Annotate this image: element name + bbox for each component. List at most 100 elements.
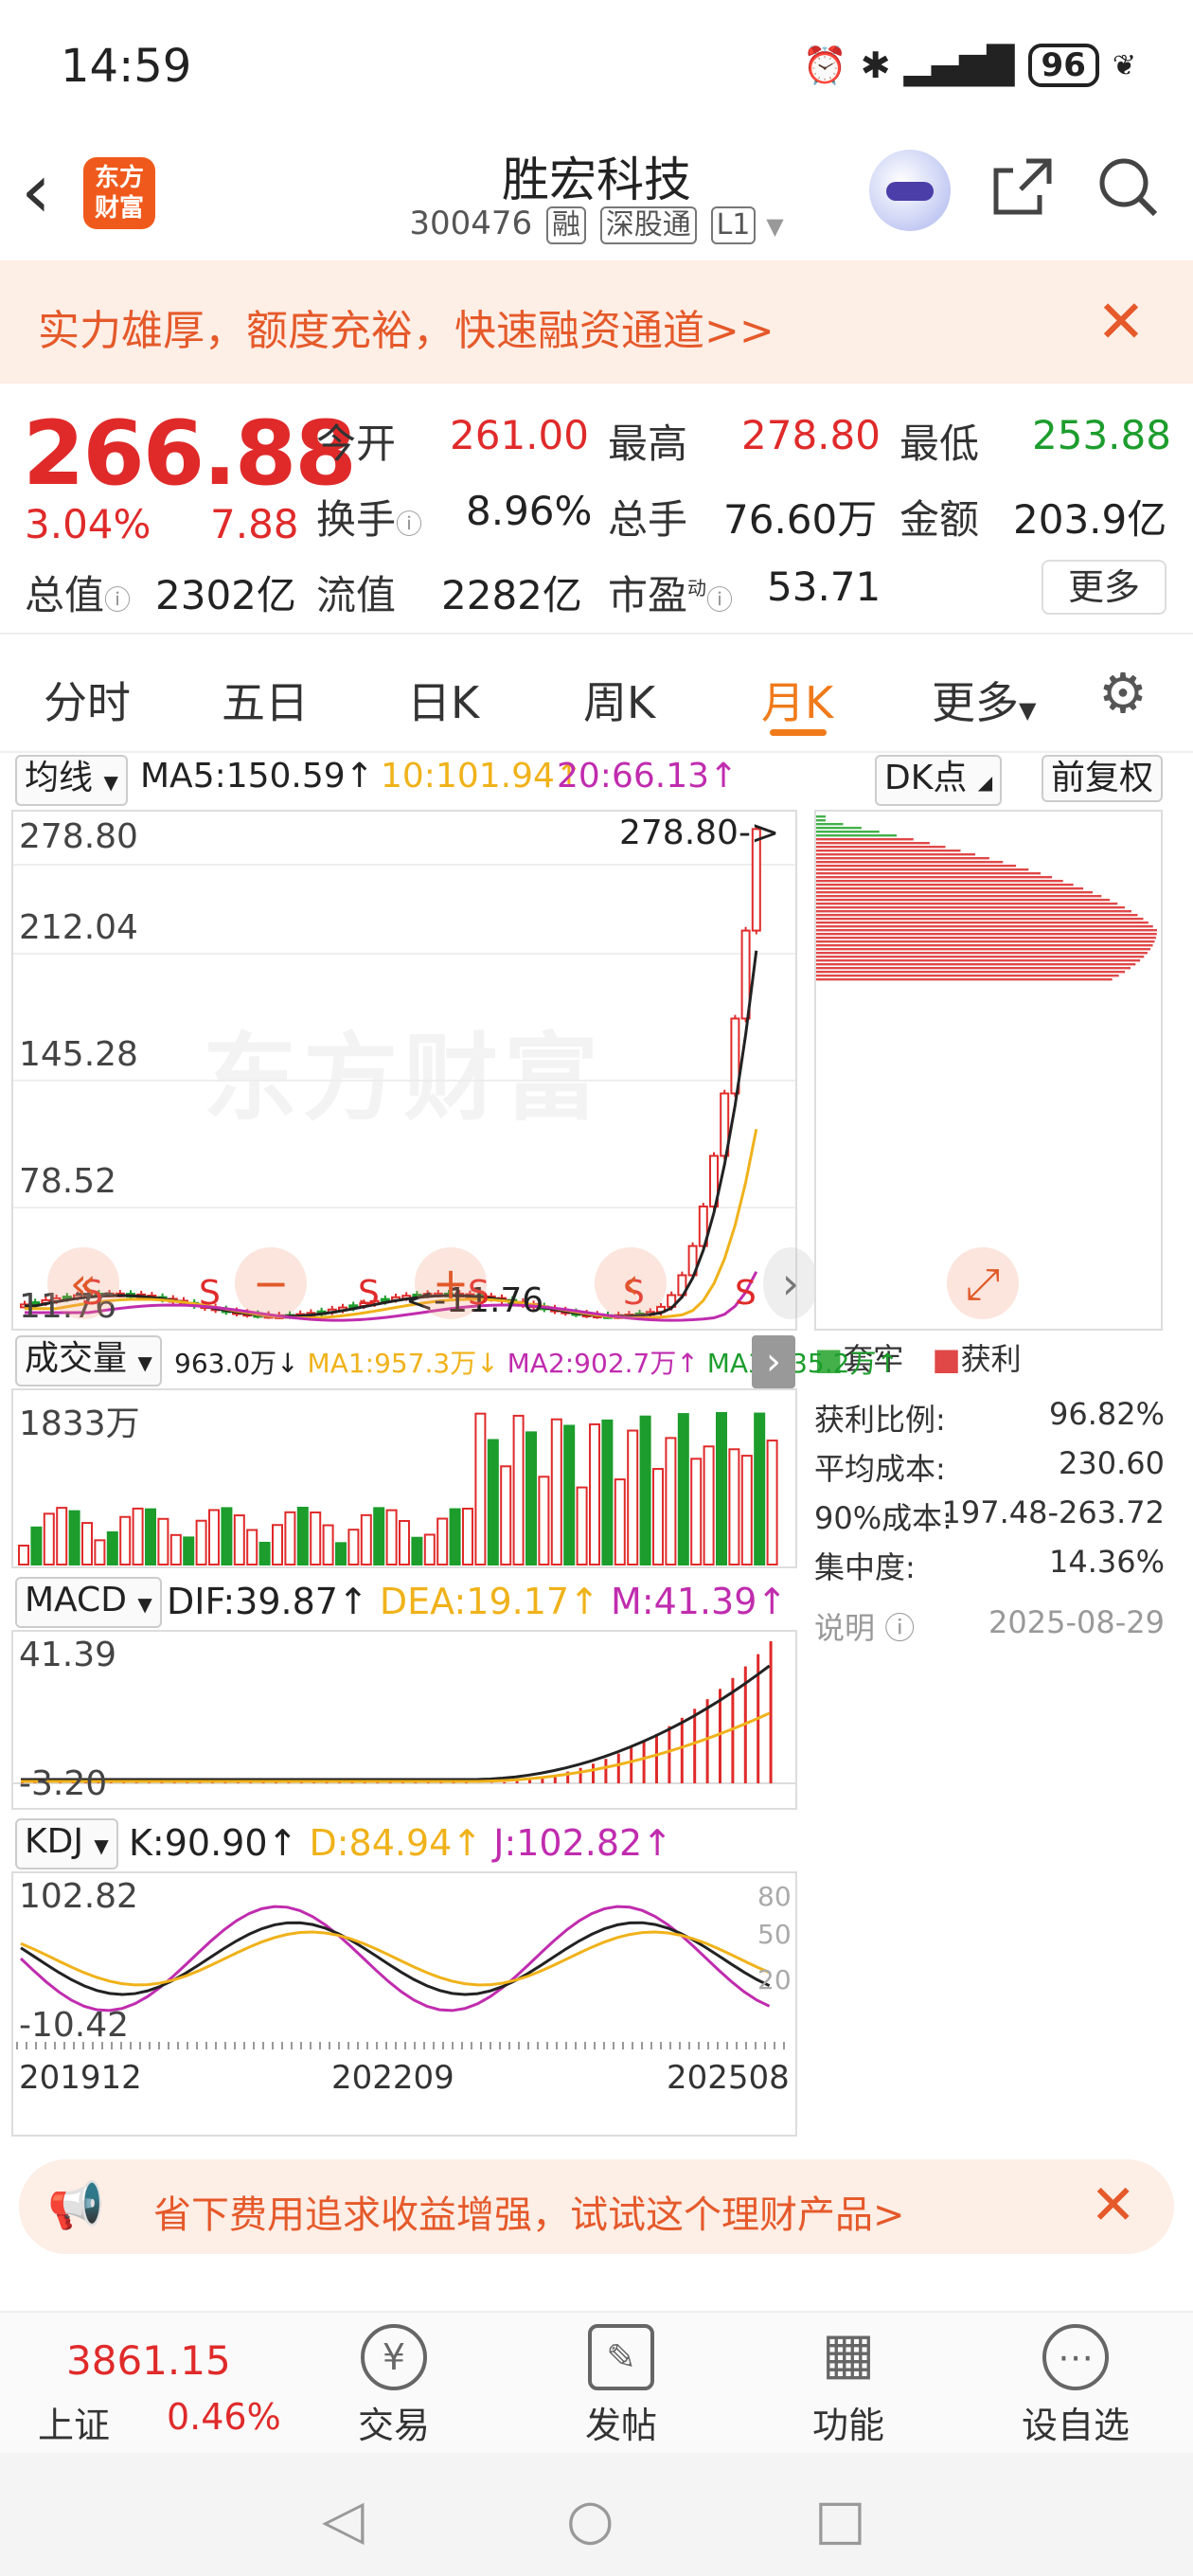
volume-bar [449, 1508, 461, 1565]
zoom-out-icon[interactable]: − [235, 1247, 307, 1319]
x-label: 201912 [19, 2059, 142, 2097]
chip-row: 获利比例: 96.82% [814, 1396, 1165, 1438]
close-icon[interactable]: ✕ [1096, 287, 1146, 356]
promo-banner[interactable]: 📢 省下费用追求收益增强，试试这个理财产品> ✕ [19, 2159, 1174, 2254]
chip-bar [816, 865, 1017, 868]
index-name[interactable]: 上证 [38, 2396, 110, 2448]
volume-bar [550, 1418, 562, 1565]
y-label: 145.28 [19, 1035, 138, 1074]
kline-chart[interactable]: 东方财富 278.80 212.04 145.28 78.52 11.76 27… [11, 810, 818, 1331]
volume-bar [703, 1445, 715, 1565]
adjust-selector[interactable]: 前复权 [1042, 755, 1164, 802]
chip-bar [816, 933, 1157, 936]
volume-bar [195, 1519, 207, 1565]
volume-selector[interactable]: 成交量 ▼ [15, 1335, 162, 1386]
share-icon[interactable] [988, 153, 1057, 225]
chip-bar [816, 959, 1141, 962]
index-value[interactable]: 3861.15 [66, 2337, 231, 2384]
chip-bar [816, 971, 1126, 974]
macd-bar [630, 1747, 633, 1783]
volume-panel: 成交量 ▼ 963.0万↓ MA1:957.3万↓ MA2:902.7万↑ MA… [11, 1335, 899, 1572]
chip-bar [816, 963, 1136, 966]
step-right-icon[interactable]: › [763, 1247, 818, 1319]
sell-marker: S [199, 1274, 221, 1313]
turnover-value: 8.96% [466, 488, 593, 534]
tab-monthly-k[interactable]: 月K [761, 669, 833, 731]
turnover-label: 换手ⓘ [316, 496, 423, 543]
zoom-in-icon[interactable]: + [415, 1247, 487, 1319]
open-label: 今开 [316, 420, 397, 467]
close-icon[interactable]: ✕ [1090, 2173, 1136, 2237]
volume-bar [246, 1529, 258, 1565]
chip-bar [816, 903, 1118, 905]
volume-bar [385, 1509, 398, 1565]
chip-bar [816, 850, 961, 852]
tab-daily-k[interactable]: 日K [407, 669, 479, 731]
grid-icon: ▦ [821, 2320, 876, 2387]
ma-selector[interactable]: 均线 ▼ [15, 755, 128, 806]
macd-bar [668, 1726, 671, 1783]
collapse-arrow-icon[interactable]: › [752, 1335, 795, 1388]
volume-bar [538, 1476, 550, 1565]
macd-bar [680, 1717, 684, 1783]
functions-button[interactable]: ▦ 功能 [782, 2313, 915, 2448]
pe-label: 市盈动ⓘ [608, 572, 734, 618]
search-icon[interactable] [1095, 153, 1163, 225]
index-pct[interactable]: 0.46% [167, 2396, 281, 2438]
home-circle-icon[interactable]: ○ [566, 2487, 614, 2551]
macd-bar [579, 1767, 582, 1783]
tab-intraday[interactable]: 分时 [44, 669, 131, 731]
step-left-icon[interactable]: ‹ [595, 1247, 667, 1319]
volume-bar [474, 1412, 487, 1566]
gear-icon[interactable]: ⚙ [1098, 661, 1148, 725]
tab-five-day[interactable]: 五日 [222, 669, 309, 731]
back-triangle-icon[interactable]: ◁ [322, 2487, 365, 2551]
chip-bar [816, 952, 1148, 955]
active-tab-indicator [770, 729, 827, 736]
scroll-left-icon[interactable]: « [47, 1247, 119, 1319]
amount-label: 金额 [899, 496, 980, 543]
volume-bar [576, 1486, 588, 1565]
info-icon: ⓘ [396, 509, 423, 540]
chip-bar [816, 846, 946, 849]
kdj-selector[interactable]: KDJ ▼ [15, 1818, 118, 1869]
tab-more[interactable]: 更多▼ [932, 669, 1036, 731]
kdj-panel: KDJ ▼ K:90.90↑ D:84.94↑ J:102.82↑ 102.82… [11, 1818, 797, 2145]
macd-selector[interactable]: MACD ▼ [15, 1577, 162, 1628]
promo-text[interactable]: 省下费用追求收益增强，试试这个理财产品> [153, 2184, 905, 2239]
add-watchlist-button[interactable]: ⋯ 设自选 [1009, 2313, 1142, 2448]
chip-distribution[interactable]: ⤢ [814, 810, 1163, 1331]
tab-weekly-k[interactable]: 周K [583, 669, 655, 731]
volume-bar [322, 1524, 334, 1565]
volume-bar [347, 1529, 360, 1565]
more-button[interactable]: 更多 [1042, 560, 1166, 615]
chip-bar [816, 899, 1111, 902]
macd-bar [705, 1699, 709, 1783]
macd-legend: DIF:39.87↑ DEA:19.17↑ M:41.39↑ [167, 1581, 788, 1622]
chip-note[interactable]: 说明 ⓘ 2025-08-29 [814, 1604, 1165, 1648]
volume-bar [208, 1509, 220, 1566]
macd-bar [769, 1641, 773, 1783]
float-value: 2282亿 [441, 572, 582, 618]
dropdown-caret-icon: ▼ [766, 213, 784, 240]
post-button[interactable]: ✎ 发帖 [555, 2313, 687, 2448]
chip-row: 集中度: 14.36% [814, 1544, 1165, 1585]
financing-banner[interactable]: 实力雄厚，额度充裕，快速融资通道>> ✕ [0, 260, 1193, 384]
volume-bar [627, 1429, 639, 1565]
banner-text[interactable]: 实力雄厚，额度充裕，快速融资通道>> [38, 296, 775, 357]
macd-chart: 41.39 -3.20 [11, 1630, 797, 1810]
volume-bar [525, 1431, 537, 1565]
chip-bar [816, 827, 862, 830]
dk-point-selector[interactable]: DK点 ◢ [875, 755, 1003, 806]
assistant-robot-icon[interactable] [869, 150, 951, 231]
signal-icon: ▂▄▆█ [903, 45, 1015, 86]
sell-marker: S [358, 1274, 380, 1313]
macd-svg [13, 1641, 795, 1784]
kdj-level: 50 [757, 1919, 792, 1950]
trade-button[interactable]: ¥ 交易 [328, 2313, 460, 2448]
volume-bar [183, 1536, 195, 1566]
chip-bar [816, 978, 1113, 981]
battery-indicator: 96 [1027, 44, 1099, 87]
expand-icon[interactable]: ⤢ [947, 1247, 1019, 1319]
recents-square-icon[interactable]: □ [814, 2487, 866, 2551]
